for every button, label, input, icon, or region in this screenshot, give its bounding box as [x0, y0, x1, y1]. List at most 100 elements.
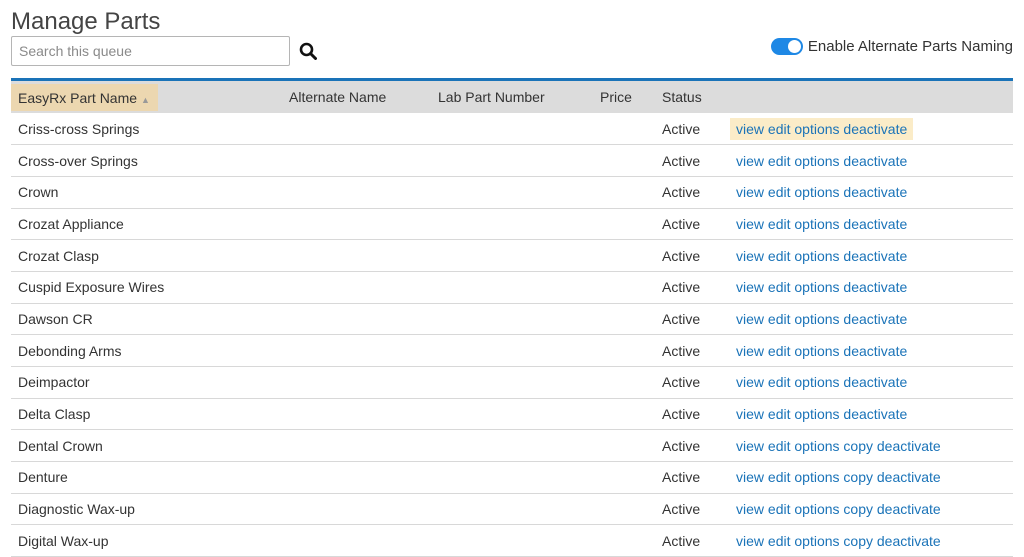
- alternate-name-cell: [282, 145, 431, 177]
- options-link[interactable]: options: [794, 121, 839, 137]
- options-link[interactable]: options: [794, 469, 839, 485]
- deactivate-link[interactable]: deactivate: [843, 121, 907, 137]
- deactivate-link[interactable]: deactivate: [843, 311, 907, 327]
- actions-group: view edit options copy deactivate: [736, 438, 941, 454]
- actions-cell: view edit options deactivate: [729, 176, 1013, 208]
- options-link[interactable]: options: [794, 343, 839, 359]
- edit-link[interactable]: edit: [768, 469, 791, 485]
- deactivate-link[interactable]: deactivate: [843, 374, 907, 390]
- edit-link[interactable]: edit: [768, 406, 791, 422]
- deactivate-link[interactable]: deactivate: [843, 279, 907, 295]
- options-link[interactable]: options: [794, 153, 839, 169]
- edit-link[interactable]: edit: [768, 438, 791, 454]
- deactivate-link[interactable]: deactivate: [843, 216, 907, 232]
- toggle-knob: [787, 40, 801, 53]
- view-link[interactable]: view: [736, 248, 764, 264]
- actions-cell: view edit options copy deactivate: [729, 525, 1013, 557]
- copy-link[interactable]: copy: [843, 438, 873, 454]
- view-link[interactable]: view: [736, 469, 764, 485]
- part-name-cell: Criss-cross Springs: [18, 120, 140, 137]
- lab-part-number-cell: [431, 208, 593, 240]
- deactivate-link[interactable]: deactivate: [843, 184, 907, 200]
- options-link[interactable]: options: [794, 248, 839, 264]
- column-header-part-name[interactable]: EasyRx Part Name ▲: [11, 81, 282, 113]
- deactivate-link[interactable]: deactivate: [843, 153, 907, 169]
- options-link[interactable]: options: [794, 438, 839, 454]
- deactivate-link[interactable]: deactivate: [843, 406, 907, 422]
- options-link[interactable]: options: [794, 279, 839, 295]
- actions-group: view edit options deactivate: [736, 311, 907, 327]
- deactivate-link[interactable]: deactivate: [877, 469, 941, 485]
- view-link[interactable]: view: [736, 216, 764, 232]
- deactivate-link[interactable]: deactivate: [877, 501, 941, 517]
- edit-link[interactable]: edit: [768, 533, 791, 549]
- actions-cell: view edit options deactivate: [729, 303, 1013, 335]
- edit-link[interactable]: edit: [768, 216, 791, 232]
- lab-part-number-cell: [431, 430, 593, 462]
- price-cell: [593, 525, 655, 557]
- part-name-cell: Dental Crown: [18, 437, 103, 454]
- options-link[interactable]: options: [794, 184, 839, 200]
- status-cell: Active: [662, 406, 701, 423]
- column-header-price[interactable]: Price: [593, 81, 655, 113]
- edit-link[interactable]: edit: [768, 374, 791, 390]
- options-link[interactable]: options: [794, 216, 839, 232]
- status-cell: Active: [662, 342, 701, 359]
- alternate-name-cell: [282, 240, 431, 272]
- copy-link[interactable]: copy: [843, 469, 873, 485]
- edit-link[interactable]: edit: [768, 184, 791, 200]
- deactivate-link[interactable]: deactivate: [843, 343, 907, 359]
- column-header-status[interactable]: Status: [655, 81, 729, 113]
- alternate-naming-toggle[interactable]: [770, 38, 803, 55]
- edit-link[interactable]: edit: [768, 311, 791, 327]
- column-header-lab-part-number[interactable]: Lab Part Number: [431, 81, 593, 113]
- view-link[interactable]: view: [736, 279, 764, 295]
- lab-part-number-cell: [431, 493, 593, 525]
- status-cell: Active: [662, 215, 701, 232]
- price-cell: [593, 367, 655, 399]
- view-link[interactable]: view: [736, 374, 764, 390]
- view-link[interactable]: view: [736, 438, 764, 454]
- lab-part-number-cell: [431, 113, 593, 145]
- edit-link[interactable]: edit: [768, 121, 791, 137]
- copy-link[interactable]: copy: [843, 533, 873, 549]
- view-link[interactable]: view: [736, 311, 764, 327]
- options-link[interactable]: options: [794, 406, 839, 422]
- actions-cell: view edit options deactivate: [729, 367, 1013, 399]
- actions-group: view edit options copy deactivate: [736, 501, 941, 517]
- view-link[interactable]: view: [736, 184, 764, 200]
- lab-part-number-cell: [431, 145, 593, 177]
- alternate-name-cell: [282, 208, 431, 240]
- column-header-alternate-name[interactable]: Alternate Name: [282, 81, 431, 113]
- actions-cell: view edit options deactivate: [729, 113, 1013, 145]
- view-link[interactable]: view: [736, 121, 764, 137]
- price-cell: [593, 493, 655, 525]
- table-row: Dawson CR Active view edit options deactiv…: [11, 303, 1013, 335]
- actions-group: view edit options deactivate: [730, 117, 914, 140]
- price-cell: [593, 271, 655, 303]
- view-link[interactable]: view: [736, 153, 764, 169]
- options-link[interactable]: options: [794, 533, 839, 549]
- edit-link[interactable]: edit: [768, 153, 791, 169]
- table-header-row: EasyRx Part Name ▲ Alternate Name Lab Par…: [11, 81, 1013, 113]
- copy-link[interactable]: copy: [843, 501, 873, 517]
- options-link[interactable]: options: [794, 374, 839, 390]
- options-link[interactable]: options: [794, 311, 839, 327]
- search-input[interactable]: [11, 36, 290, 66]
- view-link[interactable]: view: [736, 501, 764, 517]
- options-link[interactable]: options: [794, 501, 839, 517]
- view-link[interactable]: view: [736, 533, 764, 549]
- table-row: Debonding Arms Active view edit options de…: [11, 335, 1013, 367]
- edit-link[interactable]: edit: [768, 501, 791, 517]
- lab-part-number-cell: [431, 303, 593, 335]
- view-link[interactable]: view: [736, 343, 764, 359]
- actions-group: view edit options deactivate: [736, 343, 907, 359]
- edit-link[interactable]: edit: [768, 248, 791, 264]
- edit-link[interactable]: edit: [768, 279, 791, 295]
- view-link[interactable]: view: [736, 406, 764, 422]
- deactivate-link[interactable]: deactivate: [877, 438, 941, 454]
- search-button[interactable]: [298, 41, 318, 61]
- deactivate-link[interactable]: deactivate: [877, 533, 941, 549]
- deactivate-link[interactable]: deactivate: [843, 248, 907, 264]
- edit-link[interactable]: edit: [768, 343, 791, 359]
